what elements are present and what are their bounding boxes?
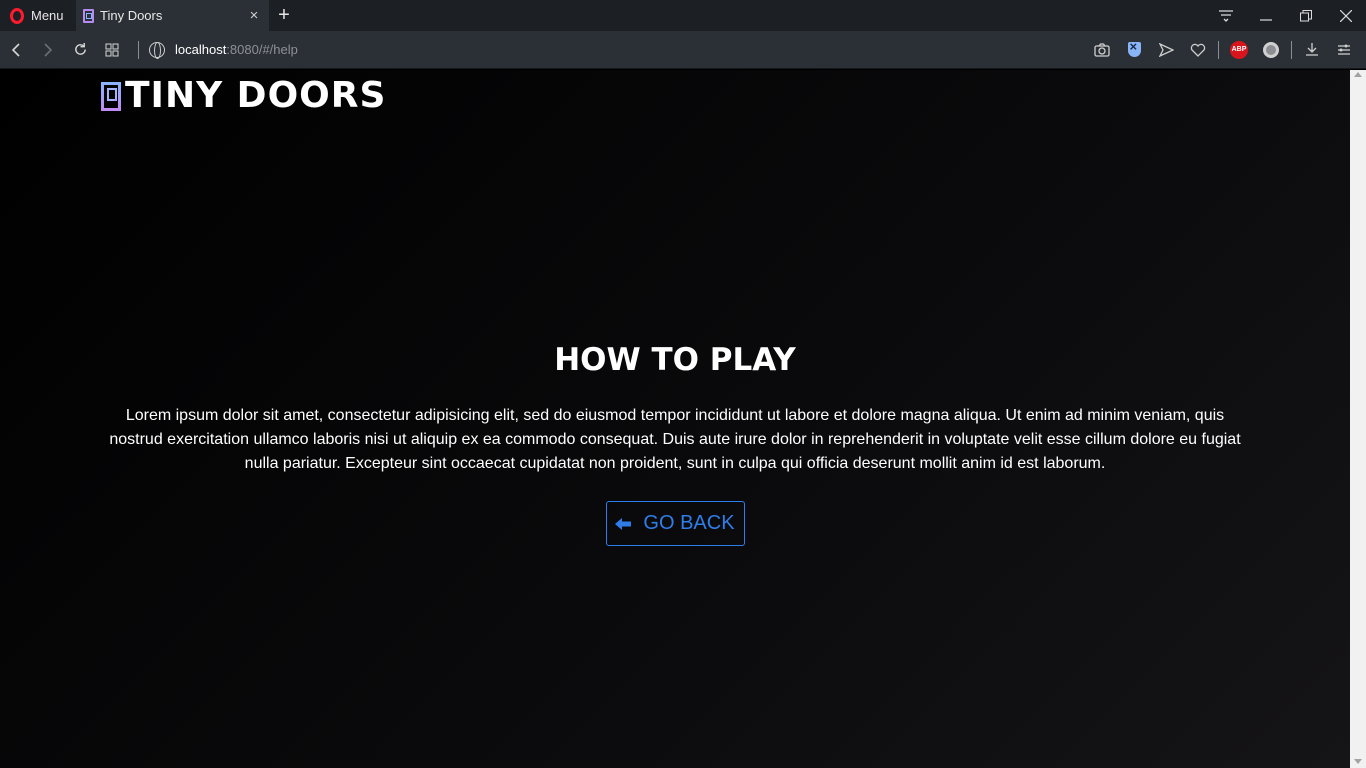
scroll-up-icon[interactable] (1354, 72, 1362, 77)
tab-close-icon[interactable]: × (247, 7, 261, 24)
url-path: :8080/#/help (226, 42, 298, 57)
extension-divider (1291, 40, 1292, 59)
address-bar: localhost:8080/#/help ABP (0, 31, 1366, 69)
menu-label: Menu (31, 8, 64, 23)
heart-icon[interactable] (1182, 31, 1214, 69)
scroll-down-icon[interactable] (1354, 759, 1362, 764)
opera-logo-icon (10, 7, 24, 24)
opera-menu-button[interactable]: Menu (0, 0, 76, 31)
extension-divider (1218, 40, 1219, 59)
restore-icon[interactable] (1286, 0, 1326, 31)
window-controls (1206, 0, 1366, 31)
download-icon[interactable] (1296, 31, 1328, 69)
close-icon[interactable] (1326, 0, 1366, 31)
logo-text: TINY DOORS (125, 75, 387, 116)
page-viewport: TINY DOORS HOW TO PLAY Lorem ipsum dolor… (0, 70, 1350, 768)
site-logo[interactable]: TINY DOORS (101, 75, 387, 116)
adblock-icon[interactable]: ABP (1223, 31, 1255, 69)
help-section: HOW TO PLAY Lorem ipsum dolor sit amet, … (100, 342, 1250, 546)
go-back-label: GO BACK (643, 512, 735, 534)
url-field[interactable]: localhost:8080/#/help (175, 31, 1086, 69)
sidebar-menu-icon[interactable] (1328, 31, 1360, 69)
go-back-button[interactable]: GO BACK (605, 501, 745, 546)
forward-icon[interactable] (32, 31, 64, 69)
new-tab-button[interactable]: + (269, 0, 299, 31)
help-text: Lorem ipsum dolor sit amet, consectetur … (109, 407, 1241, 472)
minimize-icon[interactable] (1246, 0, 1286, 31)
reload-icon[interactable] (64, 31, 96, 69)
tab-title: Tiny Doors (100, 8, 163, 23)
speed-dial-icon[interactable] (96, 31, 128, 69)
extension-icons: ABP (1086, 31, 1366, 69)
tab-bar: Menu Tiny Doors × + (0, 0, 1366, 31)
easy-setup-icon[interactable] (1206, 0, 1246, 31)
page-title: HOW TO PLAY (554, 342, 796, 378)
door-icon (101, 81, 121, 111)
vpn-icon[interactable] (1255, 31, 1287, 69)
send-icon[interactable] (1150, 31, 1182, 69)
toolbar-divider (138, 40, 139, 59)
globe-icon[interactable] (149, 41, 165, 59)
arrow-left-icon (615, 517, 632, 530)
door-favicon-icon (83, 8, 94, 23)
tab-tiny-doors[interactable]: Tiny Doors × (76, 0, 269, 31)
vertical-scrollbar[interactable] (1350, 70, 1366, 768)
camera-icon[interactable] (1086, 31, 1118, 69)
back-icon[interactable] (0, 31, 32, 69)
url-host: localhost (175, 42, 227, 57)
shield-icon[interactable] (1118, 31, 1150, 69)
